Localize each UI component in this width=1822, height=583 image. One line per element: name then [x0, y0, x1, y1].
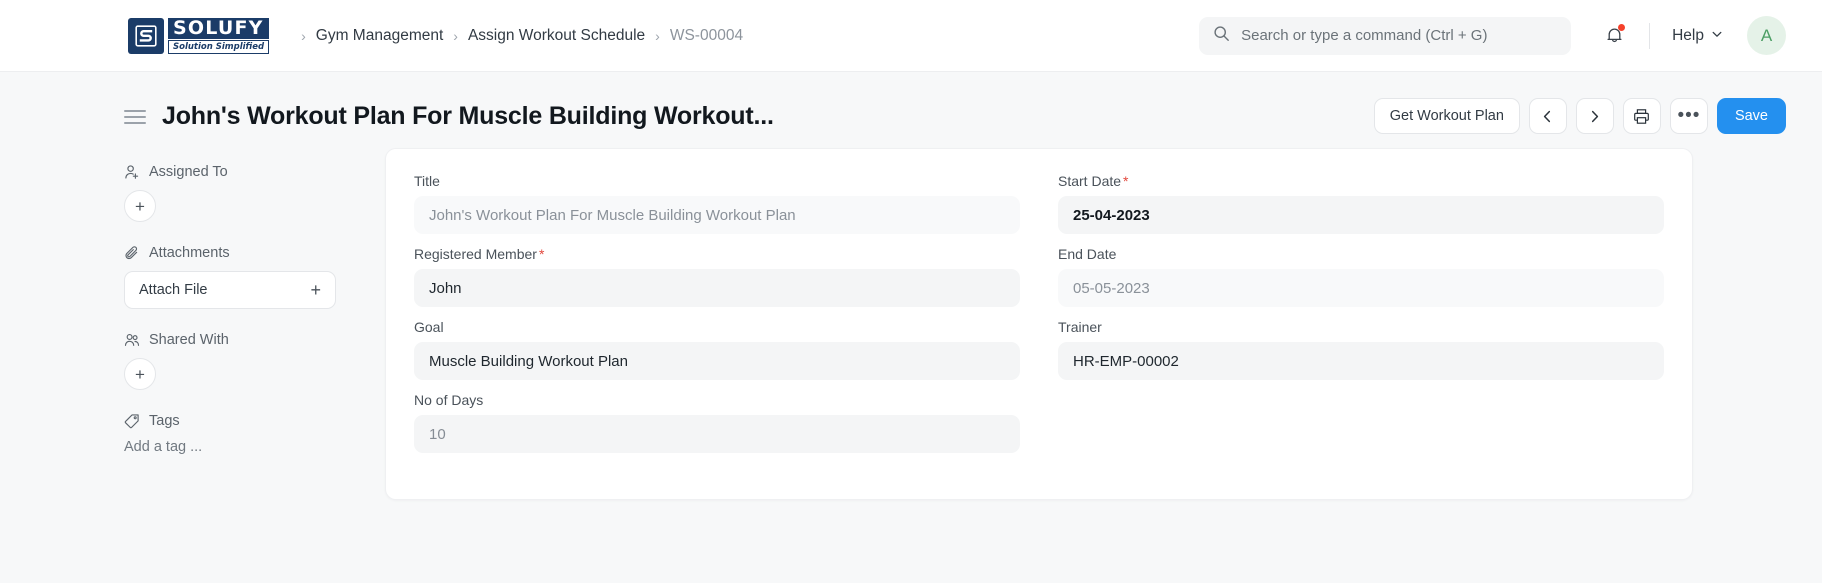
required-asterisk: *	[1123, 173, 1129, 189]
navbar-divider	[1649, 22, 1651, 49]
sidebar-section-tags: Tags Add a tag ...	[124, 413, 360, 455]
chevron-down-icon	[1711, 27, 1723, 45]
start-date-input[interactable]: 25-04-2023	[1058, 196, 1664, 234]
form-card: Title John's Workout Plan For Muscle Bui…	[385, 148, 1693, 500]
breadcrumb-item-current: WS-00004	[669, 26, 744, 44]
field-label: Goal	[414, 319, 1020, 335]
chevron-right-icon	[1592, 110, 1599, 122]
field-label-text: Goal	[414, 319, 444, 335]
brand-wordmark: SOLUFY Solution Simplified	[168, 17, 270, 54]
field-label-text: Registered Member	[414, 246, 537, 262]
hamburger-bar	[124, 110, 146, 112]
field-label: End Date	[1058, 246, 1664, 262]
printer-icon	[1634, 108, 1650, 124]
add-assignment-button[interactable]: +	[124, 190, 156, 222]
breadcrumb: › Gym Management › Assign Workout Schedu…	[291, 27, 743, 45]
field-start-date: Start Date * 25-04-2023	[1058, 173, 1664, 234]
avatar[interactable]: A	[1747, 16, 1786, 55]
end-date-input[interactable]: 05-05-2023	[1058, 269, 1664, 307]
field-label: Registered Member *	[414, 246, 1020, 262]
sidebar-section-shared-with: Shared With +	[124, 332, 360, 390]
page-actions: Get Workout Plan ••• Save	[1373, 98, 1786, 134]
chevron-left-icon	[1544, 110, 1551, 122]
form-column-right: Start Date * 25-04-2023 End Date 05-05-20…	[1058, 173, 1664, 465]
shared-with-heading: Shared With	[124, 332, 360, 348]
shared-with-label: Shared With	[149, 332, 229, 348]
form-column-left: Title John's Workout Plan For Muscle Bui…	[414, 173, 1020, 465]
add-tag-input[interactable]: Add a tag ...	[124, 439, 360, 455]
global-search[interactable]	[1199, 16, 1572, 55]
assigned-to-heading: Assigned To	[124, 164, 360, 180]
form-side-panel: Assigned To + Attachments Attach File +	[124, 148, 360, 455]
sidebar-section-attachments: Attachments Attach File +	[124, 245, 360, 309]
field-registered-member: Registered Member * John	[414, 246, 1020, 307]
field-label-text: No of Days	[414, 392, 484, 408]
tag-icon	[124, 413, 140, 429]
hamburger-bar	[124, 116, 146, 118]
required-asterisk: *	[538, 246, 545, 262]
attach-file-label: Attach File	[139, 282, 208, 298]
trainer-input[interactable]: HR-EMP-00002	[1058, 342, 1664, 380]
users-icon	[124, 332, 140, 348]
get-workout-plan-button[interactable]: Get Workout Plan	[1373, 98, 1520, 134]
solufy-s-mark-icon	[128, 17, 164, 54]
assigned-to-label: Assigned To	[149, 164, 228, 180]
attachments-heading: Attachments	[124, 245, 360, 261]
field-label: Trainer	[1058, 319, 1664, 335]
print-button[interactable]	[1622, 98, 1661, 134]
field-trainer: Trainer HR-EMP-00002	[1058, 319, 1664, 380]
more-options-button[interactable]: •••	[1669, 98, 1708, 134]
page-header: John's Workout Plan For Muscle Building …	[0, 72, 1822, 134]
sidebar-section-assigned-to: Assigned To +	[124, 164, 360, 222]
field-goal: Goal Muscle Building Workout Plan	[414, 319, 1020, 380]
brand-name: SOLUFY	[168, 17, 270, 39]
plus-icon: +	[310, 280, 321, 300]
tags-label: Tags	[149, 413, 180, 429]
paperclip-icon	[124, 245, 140, 261]
next-document-button[interactable]	[1575, 98, 1614, 134]
registered-member-input[interactable]: John	[414, 269, 1020, 307]
field-no-of-days: No of Days 10	[414, 392, 1020, 453]
breadcrumb-item-assign-workout-schedule[interactable]: Assign Workout Schedule	[468, 27, 645, 45]
search-icon	[1213, 25, 1230, 47]
breadcrumb-separator: ›	[453, 27, 458, 44]
user-plus-icon	[124, 164, 140, 180]
tags-heading: Tags	[124, 413, 360, 429]
avatar-initial: A	[1760, 25, 1773, 45]
add-share-button[interactable]: +	[124, 358, 156, 390]
brand-logo[interactable]: SOLUFY Solution Simplified	[128, 16, 270, 56]
previous-document-button[interactable]	[1528, 98, 1567, 134]
field-label: Start Date *	[1058, 173, 1664, 189]
no-of-days-input[interactable]: 10	[414, 415, 1020, 453]
help-menu-button[interactable]: Help	[1672, 27, 1723, 45]
field-label: Title	[414, 173, 1020, 189]
attach-file-button[interactable]: Attach File +	[124, 271, 336, 309]
field-label-text: Trainer	[1058, 319, 1102, 335]
breadcrumb-separator: ›	[655, 27, 660, 44]
hamburger-icon[interactable]	[124, 108, 146, 124]
attachments-label: Attachments	[149, 245, 230, 261]
brand-tagline: Solution Simplified	[168, 39, 270, 54]
notification-unread-dot	[1618, 23, 1626, 31]
hamburger-bar	[124, 122, 146, 124]
field-label-text: Start Date	[1058, 173, 1122, 189]
breadcrumb-separator: ›	[301, 27, 306, 44]
page-body: Assigned To + Attachments Attach File +	[0, 134, 1822, 500]
field-label: No of Days	[414, 392, 1020, 408]
save-button[interactable]: Save	[1716, 98, 1786, 134]
field-label-text: End Date	[1058, 246, 1117, 262]
field-label-text: Title	[414, 173, 440, 189]
search-input[interactable]	[1241, 27, 1558, 44]
goal-input[interactable]: Muscle Building Workout Plan	[414, 342, 1020, 380]
title-input[interactable]: John's Workout Plan For Muscle Building …	[414, 196, 1020, 234]
navbar-right-group: Help A	[1199, 16, 1786, 55]
page-title: John's Workout Plan For Muscle Building …	[162, 101, 774, 130]
breadcrumb-item-gym-management[interactable]: Gym Management	[316, 27, 444, 45]
field-end-date: End Date 05-05-2023	[1058, 246, 1664, 307]
top-navbar: SOLUFY Solution Simplified › Gym Managem…	[0, 0, 1822, 72]
notifications-button[interactable]	[1601, 23, 1627, 49]
field-title: Title John's Workout Plan For Muscle Bui…	[414, 173, 1020, 234]
help-label: Help	[1672, 26, 1704, 44]
